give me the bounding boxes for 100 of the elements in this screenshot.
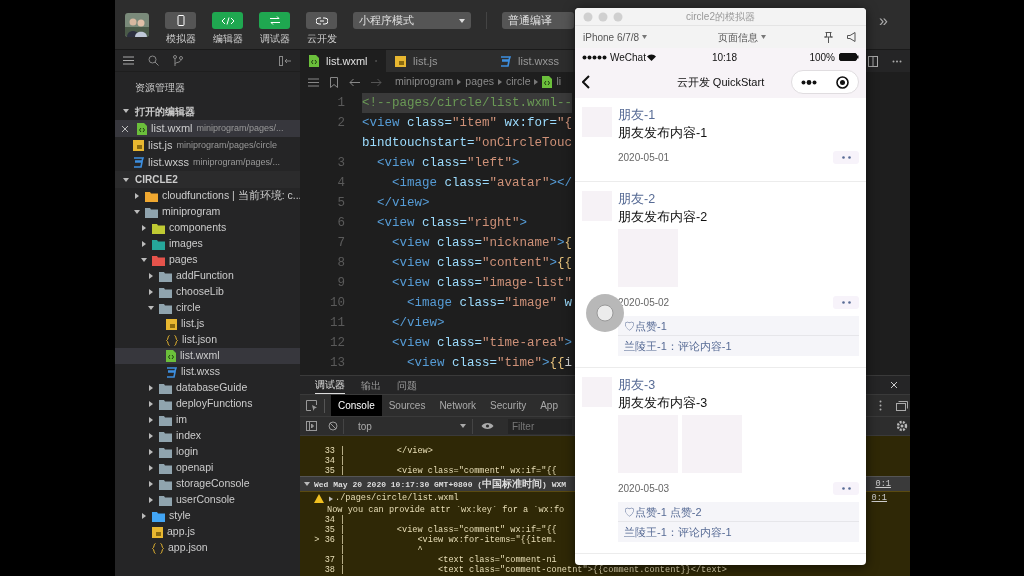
kebab-menu-icon[interactable] xyxy=(879,400,882,411)
breadcrumb-item[interactable]: li xyxy=(556,74,562,90)
branch-icon[interactable] xyxy=(173,54,183,67)
sidebar-toggle-icon[interactable] xyxy=(306,421,317,431)
device-select[interactable]: iPhone 6/7/8 xyxy=(583,29,648,45)
editor-tab[interactable]: list.wxss xyxy=(491,50,573,72)
tree-item[interactable]: chooseLib xyxy=(115,284,300,300)
more-button[interactable] xyxy=(833,151,859,164)
eye-icon[interactable] xyxy=(481,422,494,430)
devtools-tab[interactable]: Sources xyxy=(381,395,433,416)
overflow-button[interactable]: » xyxy=(879,13,888,29)
caret-right-icon[interactable] xyxy=(147,416,155,424)
tree-item[interactable]: app.json xyxy=(115,540,300,556)
caret-right-icon[interactable] xyxy=(147,432,155,440)
tree-item[interactable]: miniprogram xyxy=(115,204,300,220)
pin-icon[interactable] xyxy=(824,31,833,43)
close-icon[interactable] xyxy=(890,381,898,389)
editor-tab[interactable]: list.js xyxy=(386,50,491,72)
devtools-tab[interactable]: App xyxy=(533,395,565,416)
breadcrumb-item[interactable]: pages xyxy=(465,74,494,90)
caret-right-icon[interactable] xyxy=(147,464,155,472)
tree-item[interactable]: index xyxy=(115,428,300,444)
tree-item[interactable]: deployFunctions xyxy=(115,396,300,412)
toolbar-toggle[interactable]: 编辑器 xyxy=(204,12,251,44)
more-icon[interactable] xyxy=(892,59,902,63)
tree-item[interactable]: databaseGuide xyxy=(115,380,300,396)
open-editor-item[interactable]: list.wxss miniprogram/pages/... xyxy=(115,154,300,171)
close-icon[interactable] xyxy=(121,124,129,133)
settings-icon[interactable] xyxy=(896,420,908,432)
caret-down-icon[interactable] xyxy=(122,175,130,184)
tree-item[interactable]: userConsole xyxy=(115,492,300,508)
friend-name[interactable]: 朋友-1 xyxy=(618,107,859,124)
tree-item[interactable]: list.wxml xyxy=(115,348,300,364)
open-editor-item[interactable]: list.wxml miniprogram/pages/... xyxy=(115,120,300,137)
tree-item[interactable]: list.json xyxy=(115,332,300,348)
target-icon[interactable] xyxy=(835,75,849,89)
back-arrow-icon[interactable] xyxy=(349,77,360,87)
caret-right-icon[interactable] xyxy=(147,496,155,504)
caret-right-icon[interactable] xyxy=(147,288,155,296)
tree-item[interactable]: openapi xyxy=(115,460,300,476)
search-icon[interactable] xyxy=(148,55,159,66)
more-icon[interactable] xyxy=(801,79,818,85)
source-link[interactable]: 0:1 xyxy=(871,492,887,505)
caret-down-icon[interactable] xyxy=(303,480,311,488)
open-editor-item[interactable]: list.js miniprogram/pages/circle xyxy=(115,137,300,154)
more-button[interactable] xyxy=(833,482,859,495)
tree-item[interactable]: images xyxy=(115,236,300,252)
mode-select[interactable]: 小程序模式 xyxy=(353,12,471,29)
panel-tab[interactable]: 问题 xyxy=(397,376,417,394)
avatar[interactable] xyxy=(125,13,149,37)
section-header[interactable]: CIRCLE2 xyxy=(115,171,300,188)
devtools-tab[interactable]: Security xyxy=(483,395,534,416)
caret-right-icon[interactable] xyxy=(140,224,148,232)
tree-item[interactable]: circle xyxy=(115,300,300,316)
bookmark-icon[interactable] xyxy=(330,76,338,88)
caret-right-icon[interactable] xyxy=(147,480,155,488)
clear-icon[interactable] xyxy=(328,421,338,431)
filter-field[interactable]: Filter xyxy=(508,418,572,434)
section-header[interactable]: 打开的编辑器 xyxy=(115,102,300,120)
dock-icon[interactable] xyxy=(896,400,908,411)
back-icon[interactable] xyxy=(582,75,590,89)
caret-right-icon[interactable] xyxy=(147,384,155,392)
caret-down-icon[interactable] xyxy=(140,256,148,264)
tree-item[interactable]: components xyxy=(115,220,300,236)
tree-item[interactable]: im xyxy=(115,412,300,428)
context-select[interactable]: top xyxy=(343,418,473,434)
friend-name[interactable]: 朋友-2 xyxy=(618,191,859,208)
toolbar-toggle[interactable]: 调试器 xyxy=(251,12,298,44)
tree-item[interactable]: login xyxy=(115,444,300,460)
caret-right-icon[interactable] xyxy=(328,495,334,502)
caret-right-icon[interactable] xyxy=(147,448,155,456)
devtools-tab[interactable]: Network xyxy=(432,395,484,416)
list-icon[interactable] xyxy=(308,77,319,87)
tree-item[interactable]: storageConsole xyxy=(115,476,300,492)
friend-name[interactable]: 朋友-3 xyxy=(618,377,859,394)
breadcrumb-item[interactable]: miniprogram xyxy=(395,74,454,90)
tree-item[interactable]: cloudfunctions | 当前环境: c... xyxy=(115,188,300,204)
editor-tab[interactable]: list.wxml xyxy=(300,50,386,72)
caret-right-icon[interactable] xyxy=(147,400,155,408)
toolbar-toggle[interactable]: 模拟器 xyxy=(157,12,204,44)
caret-down-icon[interactable] xyxy=(147,304,155,312)
toolbar-toggle[interactable]: 云开发 xyxy=(298,12,345,44)
breadcrumb-item[interactable]: circle xyxy=(505,74,531,90)
menu-icon[interactable] xyxy=(123,56,134,65)
tree-item[interactable]: app.js xyxy=(115,524,300,540)
caret-right-icon[interactable] xyxy=(140,512,148,520)
compile-select[interactable]: 普通编译 xyxy=(502,12,574,29)
caret-right-icon[interactable] xyxy=(133,192,141,200)
source-link[interactable]: 0:1 xyxy=(875,477,891,491)
caret-right-icon[interactable] xyxy=(140,240,148,248)
split-editor-icon[interactable] xyxy=(868,55,878,67)
tree-item[interactable]: list.wxss xyxy=(115,364,300,380)
tree-item[interactable]: list.js xyxy=(115,316,300,332)
devtools-tab[interactable]: Console xyxy=(331,395,382,416)
tree-item[interactable]: style xyxy=(115,508,300,524)
caret-down-icon[interactable] xyxy=(122,107,130,115)
more-button[interactable] xyxy=(833,296,859,309)
inspect-icon[interactable] xyxy=(306,400,318,411)
collapse-icon[interactable] xyxy=(279,55,292,66)
caret-down-icon[interactable] xyxy=(133,208,141,216)
